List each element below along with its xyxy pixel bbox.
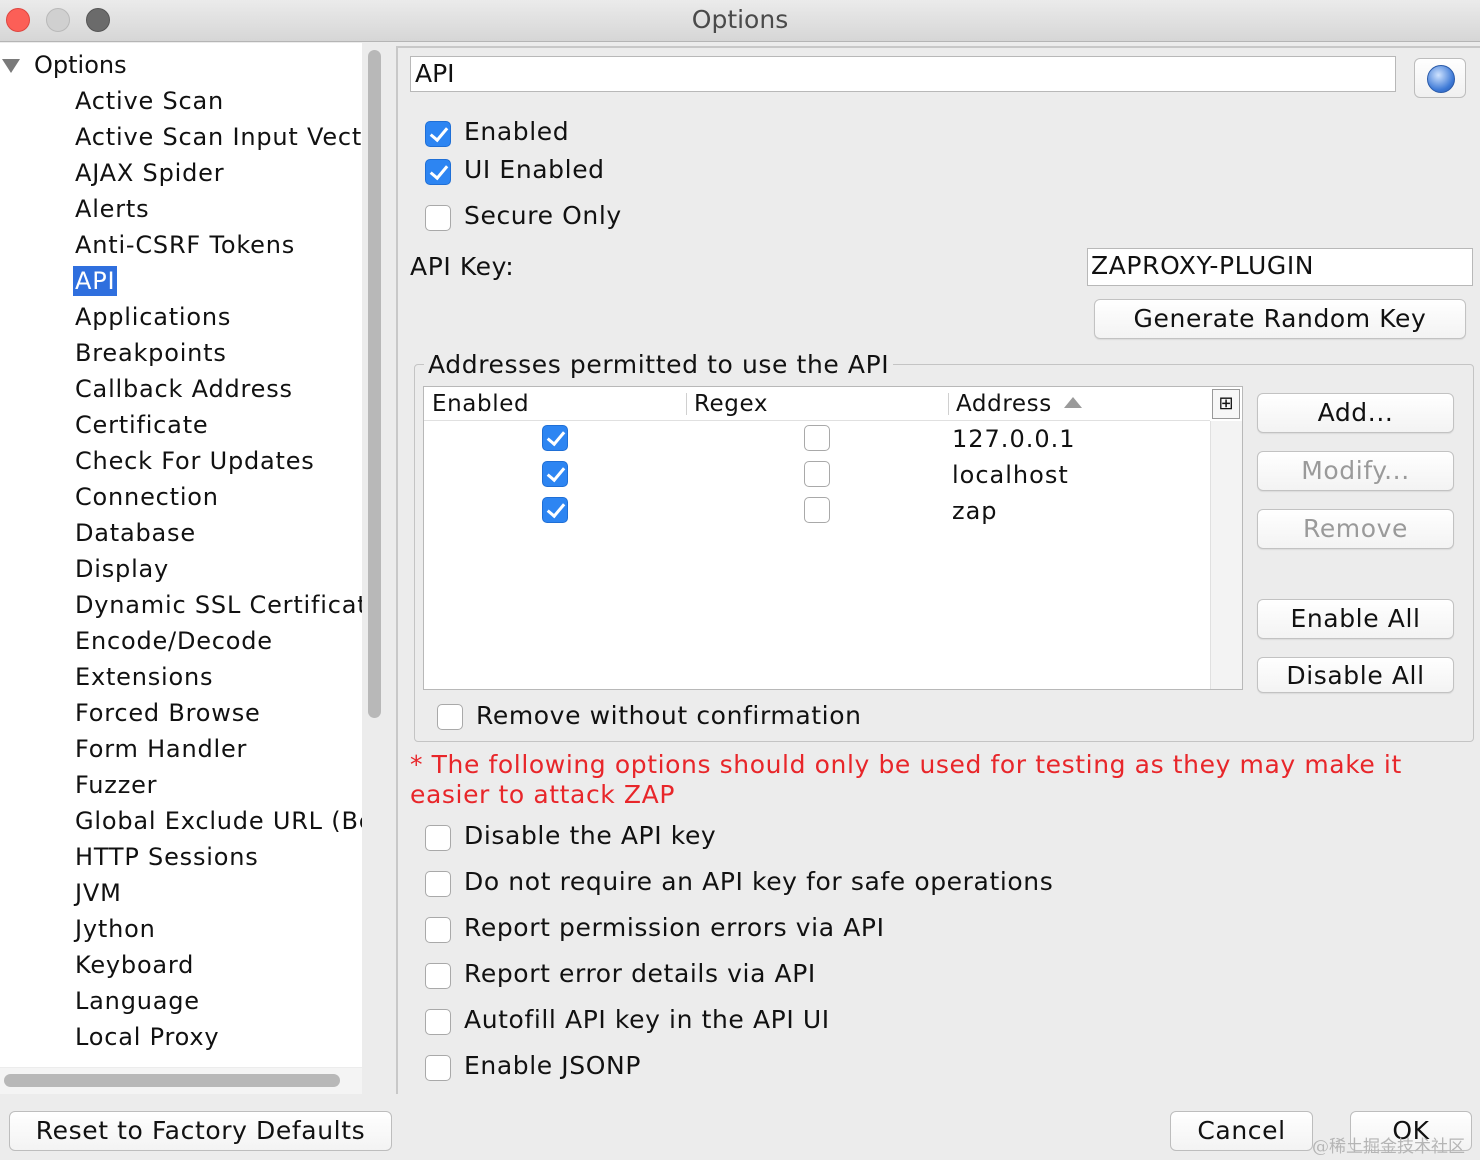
row-enabled-checkbox[interactable]: [542, 425, 568, 451]
column-header-regex[interactable]: Regex: [694, 391, 768, 417]
cancel-button[interactable]: Cancel: [1170, 1111, 1313, 1151]
column-separator[interactable]: [686, 393, 687, 415]
tree-root-label: Options: [34, 51, 127, 79]
tree-item-forced-browse[interactable]: Forced Browse: [74, 695, 362, 731]
panel-title: API: [410, 56, 1396, 92]
window-title: Options: [691, 5, 789, 34]
row-regex-checkbox[interactable]: [804, 425, 830, 451]
enabled-label: Enabled: [464, 117, 570, 146]
addresses-table-header: Enabled Regex Address: [424, 387, 1210, 421]
sort-ascending-icon: [1064, 397, 1082, 408]
window-titlebar: Options: [0, 0, 1480, 42]
remove-without-confirmation-checkbox[interactable]: [437, 704, 463, 730]
column-header-enabled[interactable]: Enabled: [432, 391, 529, 417]
ui-enabled-label: UI Enabled: [464, 155, 605, 184]
tree-item-language[interactable]: Language: [74, 983, 362, 1019]
report-error-details-label: Report error details via API: [464, 959, 816, 988]
watermark: @稀土掘金技术社区: [1312, 1137, 1465, 1157]
column-chooser-icon[interactable]: ⊞: [1212, 389, 1240, 419]
tree-item-api[interactable]: API: [73, 263, 362, 299]
tree-item-active-scan[interactable]: Active Scan: [74, 83, 362, 119]
addresses-group-title: Addresses permitted to use the API: [424, 350, 894, 379]
api-key-label: API Key:: [410, 252, 515, 281]
tree-item-database[interactable]: Database: [74, 515, 362, 551]
tree-item-jvm[interactable]: JVM: [74, 875, 362, 911]
autofill-api-key-label: Autofill API key in the API UI: [464, 1005, 830, 1034]
tree-item-form-handler[interactable]: Form Handler: [74, 731, 362, 767]
secure-only-checkbox[interactable]: [425, 205, 451, 231]
enable-jsonp-label: Enable JSONP: [464, 1051, 641, 1080]
tree-vertical-scrollbar-thumb[interactable]: [368, 50, 381, 718]
tree-horizontal-scrollbar[interactable]: [0, 1068, 362, 1094]
ui-enabled-checkbox[interactable]: [425, 159, 451, 185]
tree-item-connection[interactable]: Connection: [74, 479, 362, 515]
tree-item-ajax-spider[interactable]: AJAX Spider: [74, 155, 362, 191]
tree-item-certificate[interactable]: Certificate: [74, 407, 362, 443]
disable-api-key-label: Disable the API key: [464, 821, 717, 850]
row-regex-checkbox[interactable]: [804, 497, 830, 523]
row-regex-checkbox[interactable]: [804, 461, 830, 487]
tree-item-keyboard[interactable]: Keyboard: [74, 947, 362, 983]
disable-all-button[interactable]: Disable All: [1257, 657, 1454, 693]
column-header-address[interactable]: Address: [956, 391, 1052, 417]
testing-warning: * The following options should only be u…: [410, 750, 1402, 809]
row-address: localhost: [952, 461, 1069, 489]
tree-item-display[interactable]: Display: [74, 551, 362, 587]
row-enabled-checkbox[interactable]: [542, 497, 568, 523]
generate-random-key-button[interactable]: Generate Random Key: [1094, 299, 1466, 339]
no-key-safe-ops-checkbox[interactable]: [425, 871, 451, 897]
tree-item-active-scan-input-vectors[interactable]: Active Scan Input Vectors: [74, 119, 362, 155]
remove-button[interactable]: Remove: [1257, 509, 1454, 549]
tree-item-encode-decode[interactable]: Encode/Decode: [74, 623, 362, 659]
tree-item-breakpoints[interactable]: Breakpoints: [74, 335, 362, 371]
tree-item-applications[interactable]: Applications: [74, 299, 362, 335]
table-scrollbar[interactable]: [1210, 421, 1242, 689]
tree-horizontal-scrollbar-thumb[interactable]: [4, 1074, 340, 1087]
report-permission-errors-label: Report permission errors via API: [464, 913, 885, 942]
tree-item-jython[interactable]: Jython: [74, 911, 362, 947]
tree-item-callback-address[interactable]: Callback Address: [74, 371, 362, 407]
help-button[interactable]: [1414, 58, 1466, 98]
tree-item-local-proxy[interactable]: Local Proxy: [74, 1019, 362, 1055]
report-permission-errors-checkbox[interactable]: [425, 917, 451, 943]
autofill-api-key-checkbox[interactable]: [425, 1009, 451, 1035]
tree-vertical-scrollbar[interactable]: [366, 48, 382, 1068]
tree-items: Active Scan Active Scan Input Vectors AJ…: [73, 83, 362, 1055]
tree-root-options[interactable]: Options: [0, 49, 360, 83]
enable-all-button[interactable]: Enable All: [1257, 599, 1454, 639]
tree-item-dynamic-ssl-certificates[interactable]: Dynamic SSL Certificates: [74, 587, 362, 623]
row-address: zap: [952, 497, 998, 525]
tree-item-extensions[interactable]: Extensions: [74, 659, 362, 695]
help-globe-icon: [1427, 65, 1455, 93]
options-tree: Options Active Scan Active Scan Input Ve…: [0, 43, 362, 1067]
tree-item-global-exclude-url[interactable]: Global Exclude URL (Beta: [74, 803, 362, 839]
no-key-safe-ops-label: Do not require an API key for safe opera…: [464, 867, 1054, 896]
enabled-checkbox[interactable]: [425, 121, 451, 147]
report-error-details-checkbox[interactable]: [425, 963, 451, 989]
tree-item-fuzzer[interactable]: Fuzzer: [74, 767, 362, 803]
addresses-table: Enabled Regex Address ⊞ 127.0.0.1 localh…: [423, 386, 1243, 690]
tree-item-anti-csrf-tokens[interactable]: Anti-CSRF Tokens: [74, 227, 362, 263]
row-enabled-checkbox[interactable]: [542, 461, 568, 487]
reset-to-factory-defaults-button[interactable]: Reset to Factory Defaults: [9, 1111, 392, 1151]
add-button[interactable]: Add...: [1257, 393, 1454, 433]
api-key-field[interactable]: ZAPROXY-PLUGIN: [1087, 248, 1473, 286]
expand-triangle-icon[interactable]: [2, 59, 20, 73]
tree-item-http-sessions[interactable]: HTTP Sessions: [74, 839, 362, 875]
enable-jsonp-checkbox[interactable]: [425, 1055, 451, 1081]
remove-without-confirmation-label: Remove without confirmation: [476, 701, 862, 730]
disable-api-key-checkbox[interactable]: [425, 825, 451, 851]
modify-button[interactable]: Modify...: [1257, 451, 1454, 491]
column-separator[interactable]: [948, 393, 949, 415]
secure-only-label: Secure Only: [464, 201, 622, 230]
row-address: 127.0.0.1: [952, 425, 1076, 453]
tree-item-check-for-updates[interactable]: Check For Updates: [74, 443, 362, 479]
tree-item-alerts[interactable]: Alerts: [74, 191, 362, 227]
